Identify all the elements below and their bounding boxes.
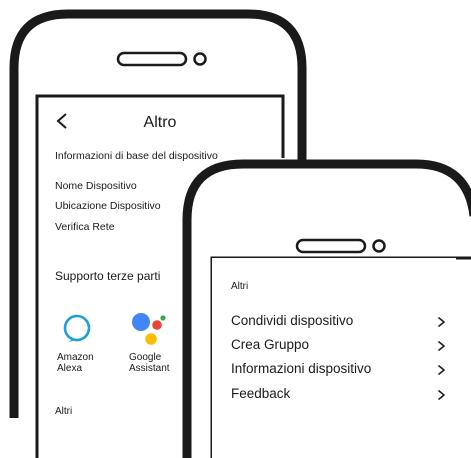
chevron-right-icon: [438, 316, 446, 328]
front-phone-screen: Altri Condividi dispositivo Crea Gruppo …: [212, 258, 456, 458]
menu-item-device-info[interactable]: Informazioni dispositivo: [231, 361, 446, 381]
google-assistant-icon[interactable]: [130, 312, 170, 348]
section-title-others: Altri: [55, 406, 73, 417]
alexa-label-line1: Amazon: [57, 352, 94, 363]
section-title-device-info: Informazioni di base del dispositivo: [55, 150, 218, 162]
back-phone-camera: [193, 52, 207, 66]
section-title-others-front: Altri: [231, 281, 249, 292]
menu-item-label: Crea Gruppo: [231, 337, 310, 352]
page-title: Altro: [143, 114, 177, 131]
chevron-right-icon: [438, 340, 446, 352]
back-phone-speaker: [116, 51, 188, 67]
chevron-right-icon: [438, 389, 446, 401]
menu-item-feedback[interactable]: Feedback: [231, 386, 446, 406]
google-assistant-label[interactable]: Google Assistant: [129, 352, 199, 374]
alexa-label-line2: Alexa: [57, 363, 83, 374]
menu-item-device-location[interactable]: Ubicazione Dispositivo: [55, 200, 161, 212]
menu-item-label: Informazioni dispositivo: [231, 361, 372, 376]
chevron-right-icon: [438, 364, 446, 376]
menu-item-label: Feedback: [231, 386, 291, 401]
menu-item-create-group[interactable]: Crea Gruppo: [231, 337, 446, 357]
menu-item-label: Condividi dispositivo: [231, 313, 354, 328]
section-title-third-party: Supporto terze parti: [55, 269, 161, 283]
menu-item-share-device[interactable]: Condividi dispositivo: [231, 313, 446, 333]
menu-item-network-check[interactable]: Verifica Rete: [55, 221, 115, 233]
alexa-icon[interactable]: [62, 313, 92, 343]
menu-item-device-name[interactable]: Nome Dispositivo: [55, 180, 137, 192]
google-assistant-label-line1: Google: [129, 352, 162, 363]
google-assistant-label-line2: Assistant: [129, 363, 170, 374]
alexa-label[interactable]: Amazon Alexa: [57, 352, 117, 374]
illustration: Altro Informazioni di base del dispositi…: [0, 0, 471, 458]
